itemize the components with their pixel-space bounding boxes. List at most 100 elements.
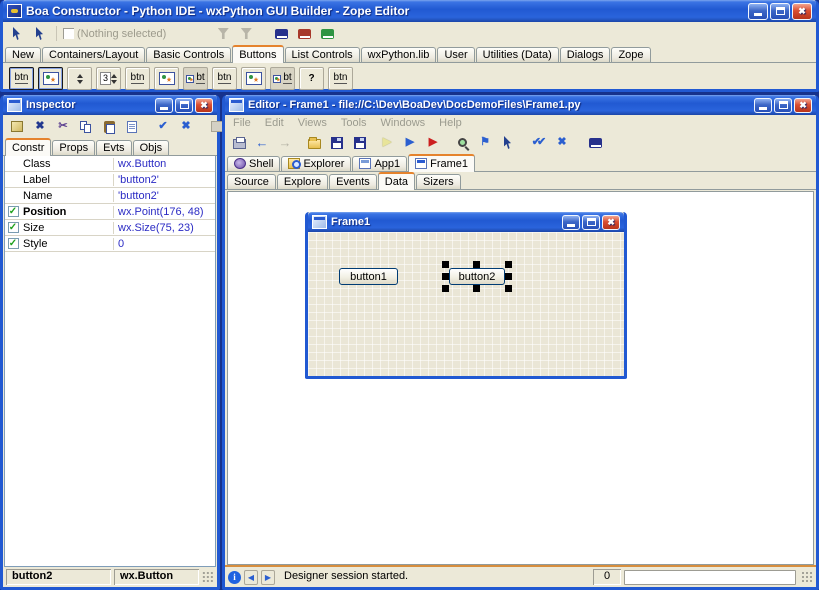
run-app-button[interactable]: ▶: [400, 133, 420, 152]
post-session-button[interactable]: [7, 117, 27, 136]
tab-props[interactable]: Props: [52, 140, 95, 155]
prop-value[interactable]: 'button2': [113, 190, 215, 202]
help-blue-button[interactable]: [271, 24, 291, 43]
close-button[interactable]: ✖: [195, 98, 213, 113]
designed-button2-selection[interactable]: button2: [449, 268, 505, 285]
resize-grip[interactable]: [801, 571, 813, 583]
tab-zope[interactable]: Zope: [611, 47, 650, 62]
close-button[interactable]: ✖: [792, 3, 812, 20]
palette-genbitmaptextbutton[interactable]: bt: [183, 67, 208, 90]
minimize-button[interactable]: [155, 98, 173, 113]
prop-row-label[interactable]: Label 'button2': [5, 172, 215, 188]
palette-wxspinctrl[interactable]: 3: [96, 67, 121, 90]
tab-events[interactable]: Events: [329, 174, 377, 189]
selection-handle[interactable]: [442, 261, 449, 268]
print-button[interactable]: [229, 133, 249, 152]
designer-titlebar[interactable]: Frame1 ✖: [308, 212, 624, 232]
apply-button[interactable]: ✔: [153, 117, 173, 136]
tab-user[interactable]: User: [437, 47, 474, 62]
paste-button[interactable]: [99, 117, 119, 136]
minimize-button[interactable]: [754, 98, 772, 113]
open-button[interactable]: [304, 133, 324, 152]
tab-basic-controls[interactable]: Basic Controls: [146, 47, 231, 62]
checkbox-checked[interactable]: ✓: [8, 206, 19, 217]
tab-source[interactable]: Source: [227, 174, 276, 189]
inspector-titlebar[interactable]: Inspector ✖: [3, 95, 217, 115]
close-button[interactable]: ✖: [602, 215, 620, 230]
main-titlebar[interactable]: Boa Constructor - Python IDE - wxPython …: [3, 0, 816, 22]
menu-tools[interactable]: Tools: [341, 117, 367, 129]
palette-contexthelpbutton[interactable]: ?: [299, 67, 324, 90]
tab-objs[interactable]: Objs: [133, 140, 170, 155]
tab-sizers[interactable]: Sizers: [416, 174, 461, 189]
tab-list-controls[interactable]: List Controls: [285, 47, 360, 62]
delete-item-button[interactable]: ✖: [30, 117, 50, 136]
resize-grip[interactable]: [202, 571, 214, 583]
help-button[interactable]: [585, 133, 605, 152]
breakpoint-button[interactable]: ⚑: [475, 133, 495, 152]
prop-value[interactable]: wx.Button: [113, 158, 215, 170]
designer-canvas[interactable]: Frame1 ✖ button1 button2: [227, 191, 814, 565]
menu-views[interactable]: Views: [298, 117, 327, 129]
minimize-button[interactable]: [562, 215, 580, 230]
selection-handle[interactable]: [442, 285, 449, 292]
forward-button[interactable]: →: [275, 133, 295, 152]
tab-constr[interactable]: Constr: [5, 138, 51, 156]
cut-button[interactable]: ✂: [53, 117, 73, 136]
save-button[interactable]: [327, 133, 347, 152]
post-view-button[interactable]: ✔✔: [529, 133, 549, 152]
copy-button[interactable]: [76, 117, 96, 136]
run-module-button[interactable]: ▶: [377, 133, 397, 152]
tab-dialogs[interactable]: Dialogs: [560, 47, 611, 62]
prop-value[interactable]: wx.Point(176, 48): [113, 206, 215, 218]
selection-handle[interactable]: [442, 273, 449, 280]
menu-edit[interactable]: Edit: [265, 117, 284, 129]
tab-explorer[interactable]: Explorer: [281, 156, 351, 171]
selection-handle[interactable]: [505, 273, 512, 280]
maximize-button[interactable]: [582, 215, 600, 230]
palette-genbitmaptogglebutton[interactable]: [241, 67, 266, 90]
prop-row-class[interactable]: Class wx.Button: [5, 156, 215, 172]
selection-handle[interactable]: [473, 285, 480, 292]
maximize-button[interactable]: [774, 98, 792, 113]
selection-handle[interactable]: [505, 285, 512, 292]
next-message-button[interactable]: ▶: [261, 570, 275, 585]
debug-button[interactable]: ▶: [423, 133, 443, 152]
tab-wxpython-lib[interactable]: wxPython.lib: [361, 47, 437, 62]
close-view-button[interactable]: ✖: [552, 133, 572, 152]
palette-wxspinbutton[interactable]: [67, 67, 92, 90]
selection-handle[interactable]: [505, 261, 512, 268]
palette-gentogglebutton[interactable]: btn: [212, 67, 237, 90]
tab-data[interactable]: Data: [378, 172, 415, 190]
recreate-button[interactable]: [122, 117, 142, 136]
select-pointer-button[interactable]: [30, 24, 50, 43]
prop-row-style[interactable]: ✓ Style 0: [5, 236, 215, 252]
help-red-button[interactable]: [294, 24, 314, 43]
back-button[interactable]: ←: [252, 133, 272, 152]
tab-evts[interactable]: Evts: [96, 140, 131, 155]
minimize-button[interactable]: [748, 3, 768, 20]
tab-frame1[interactable]: Frame1: [408, 154, 475, 172]
prop-row-position[interactable]: ✓ Position wx.Point(176, 48): [5, 204, 215, 220]
menu-file[interactable]: File: [233, 117, 251, 129]
tab-buttons[interactable]: Buttons: [232, 45, 283, 63]
palette-genbitmapbutton[interactable]: [154, 67, 179, 90]
maximize-button[interactable]: [175, 98, 193, 113]
close-button[interactable]: ✖: [794, 98, 812, 113]
palette-genbutton[interactable]: btn: [125, 67, 150, 90]
tab-shell[interactable]: Shell: [227, 156, 280, 171]
tab-utilities-data[interactable]: Utilities (Data): [476, 47, 559, 62]
cancel-button[interactable]: ✖: [176, 117, 196, 136]
designer-pointer-button[interactable]: [498, 133, 518, 152]
help-green-button[interactable]: [317, 24, 337, 43]
filter-button-1[interactable]: [213, 24, 233, 43]
checkbox-checked[interactable]: ✓: [8, 238, 19, 249]
prop-value[interactable]: 'button2': [113, 174, 215, 186]
menu-windows[interactable]: Windows: [381, 117, 426, 129]
palette-wxtogglebutton[interactable]: btn: [328, 67, 353, 90]
palette-wxbutton[interactable]: btn: [9, 67, 34, 90]
prop-row-name[interactable]: Name 'button2': [5, 188, 215, 204]
palette-wxbitmapbutton[interactable]: [38, 67, 63, 90]
tab-new[interactable]: New: [5, 47, 41, 62]
filter-button-2[interactable]: [236, 24, 256, 43]
